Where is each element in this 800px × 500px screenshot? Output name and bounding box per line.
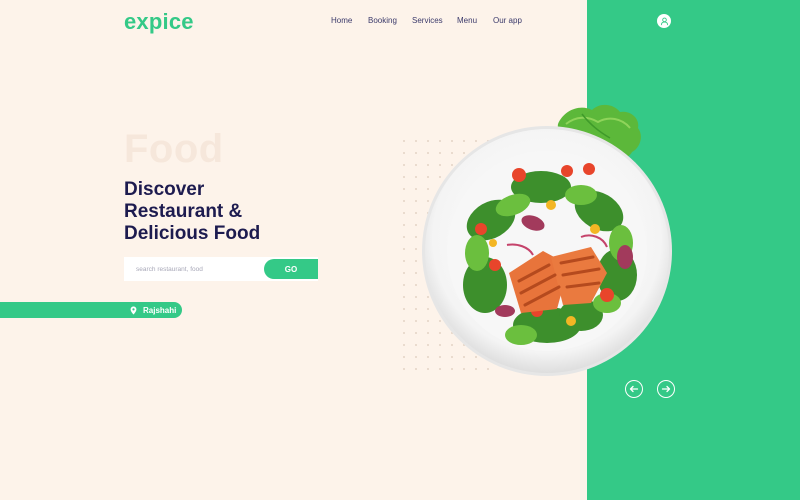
salad-plate-image <box>422 126 672 376</box>
go-button[interactable]: GO <box>264 259 318 279</box>
hero-background-word: Food <box>124 127 224 171</box>
nav-services[interactable]: Services <box>412 16 443 25</box>
arrow-right-icon <box>661 385 671 393</box>
next-slide-button[interactable] <box>657 380 675 398</box>
prev-slide-button[interactable] <box>625 380 643 398</box>
headline-line-2: Restaurant & <box>124 201 243 222</box>
headline-line-1: Discover <box>124 179 205 200</box>
slider-controls <box>625 380 675 398</box>
search-input[interactable] <box>124 257 264 281</box>
headline-line-3: Delicious Food <box>124 223 261 244</box>
location-label: Rajshahi <box>143 305 177 315</box>
hero-headline: Discover Restaurant & Delicious Food <box>124 179 324 245</box>
search-bar: GO <box>124 257 318 281</box>
nav-home[interactable]: Home <box>331 16 352 25</box>
nav-booking[interactable]: Booking <box>368 16 397 25</box>
user-button[interactable] <box>657 14 671 28</box>
nav-menu[interactable]: Menu <box>457 16 477 25</box>
logo[interactable]: expice <box>124 9 194 35</box>
arrow-left-icon <box>629 385 639 393</box>
map-pin-icon <box>129 305 137 315</box>
nav-our-app[interactable]: Our app <box>493 16 522 25</box>
location-selector[interactable]: Rajshahi <box>0 302 182 318</box>
user-icon <box>660 17 668 25</box>
